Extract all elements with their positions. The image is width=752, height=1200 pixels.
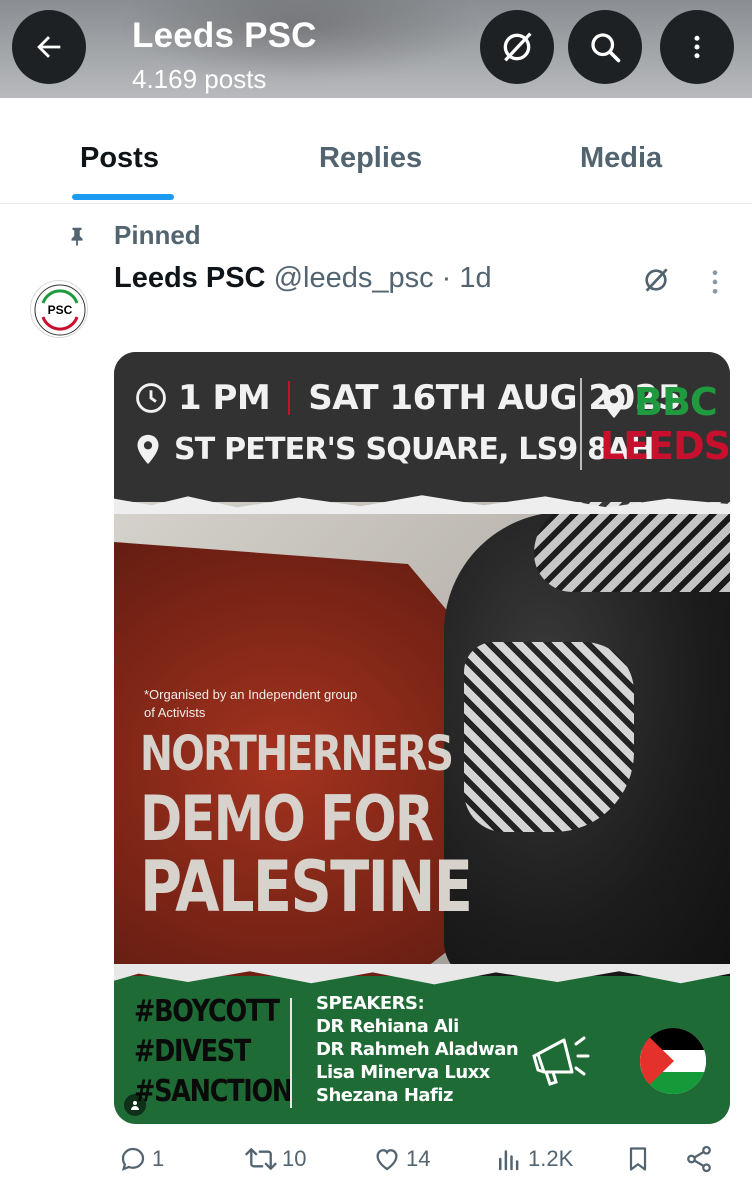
poster-time: 1 PM (178, 378, 271, 418)
bookmark-button[interactable] (624, 1144, 656, 1174)
poster-headline-3: PALESTINE (140, 846, 473, 928)
speaker-1: DR Rehiana Ali (316, 1016, 459, 1037)
clock-icon (136, 383, 166, 413)
share-icon (687, 1145, 711, 1173)
poster-organiser-note: *Organised by an Independent group of Ac… (144, 687, 358, 720)
view-count: 1.2K (528, 1146, 574, 1171)
tab-media[interactable]: Media (580, 142, 662, 175)
post-count: 4.169 posts (132, 64, 267, 94)
poster-kefiyyeh (464, 642, 634, 832)
poster-speakers: SPEAKERS: DR Rehiana Ali DR Rahmeh Aladw… (316, 992, 519, 1107)
location-pin-icon (603, 388, 625, 418)
post-more-button[interactable] (708, 268, 722, 301)
active-tab-indicator (72, 194, 174, 200)
like-button[interactable]: 14 (372, 1144, 430, 1174)
post-author-line: Leeds PSC @leeds_psc · 1d (114, 262, 492, 295)
post-image[interactable]: 1 PM SAT 16TH AUG 2025 ST PETER'S SQUARE… (114, 352, 730, 1124)
grok-icon (503, 32, 532, 62)
poster-kefiyyeh-top (534, 502, 730, 592)
search-button[interactable] (568, 10, 642, 84)
author-name[interactable]: Leeds PSC (114, 262, 266, 294)
repost-icon (245, 1148, 277, 1170)
meta-separator: · (441, 262, 452, 294)
post-actions: 1 10 14 1.2K (0, 1144, 752, 1184)
author-handle[interactable]: @leeds_psc (274, 262, 434, 294)
poster-location-row: ST PETER'S SQUARE, LS9 8AH (134, 432, 655, 467)
poster-separator (288, 381, 291, 415)
speaker-2: DR Rahmeh Aladwan (316, 1039, 519, 1060)
heart-icon (376, 1149, 398, 1171)
poster-speakers-divider (290, 998, 292, 1108)
user-icon (131, 1101, 139, 1110)
location-pin-icon (137, 434, 159, 464)
reply-button[interactable]: 1 (118, 1144, 164, 1174)
speakers-heading: SPEAKERS: (316, 993, 425, 1014)
repost-count: 10 (282, 1146, 307, 1171)
poster-vertical-divider (580, 378, 582, 470)
reply-count: 1 (152, 1146, 165, 1171)
more-vertical-icon (694, 35, 700, 59)
views-icon (499, 1150, 519, 1171)
poster-tag-sanction: #SANCTION (134, 1074, 293, 1109)
profile-name: Leeds PSC (132, 16, 317, 55)
poster-top-band: 1 PM SAT 16TH AUG 2025 ST PETER'S SQUARE… (114, 352, 730, 512)
poster-venue-line1: BBC (634, 380, 718, 424)
search-icon (591, 33, 621, 63)
avatar-text: PSC (48, 303, 73, 317)
repost-button[interactable]: 10 (244, 1144, 306, 1174)
poster-headline-1: NORTHERNERS (140, 726, 454, 782)
tab-replies[interactable]: Replies (319, 142, 422, 175)
post-grok-button[interactable] (640, 264, 672, 301)
grok-button[interactable] (480, 10, 554, 84)
like-count: 14 (406, 1146, 431, 1171)
share-button[interactable] (684, 1144, 718, 1174)
back-button[interactable] (12, 10, 86, 84)
pinned-label: Pinned (114, 220, 201, 250)
profile-tabs: Posts Replies Media (0, 98, 752, 204)
megaphone-icon (524, 1028, 596, 1097)
poster-hashtags: #BOYCOTT #DIVEST #SANCTION (134, 992, 293, 1112)
poster-time-row: 1 PM SAT 16TH AUG 2025 (134, 378, 681, 418)
avatar[interactable]: PSC (30, 280, 88, 338)
poster-tag-boycott: #BOYCOTT (134, 994, 280, 1029)
reply-icon (121, 1147, 145, 1171)
alt-text-badge[interactable] (124, 1094, 146, 1116)
leeds-psc-logo: PSC (34, 284, 86, 336)
bookmark-icon (629, 1147, 647, 1171)
pin-icon (71, 227, 83, 246)
poster-venue-line2: LEEDS (600, 424, 730, 468)
palestine-flag-icon (640, 1028, 706, 1094)
grok-icon (645, 268, 668, 292)
post-time[interactable]: 1d (459, 262, 491, 294)
poster-tag-divest: #DIVEST (134, 1034, 251, 1069)
speaker-3: Lisa Minerva Luxx (316, 1062, 490, 1083)
pinned-indicator: Pinned (66, 220, 201, 251)
tab-posts[interactable]: Posts (80, 142, 159, 175)
speaker-4: Shezana Hafiz (316, 1085, 454, 1106)
views-button[interactable]: 1.2K (494, 1144, 573, 1174)
profile-header: Leeds PSC 4.169 posts (0, 0, 752, 98)
more-options-button[interactable] (660, 10, 734, 84)
poster-headline-2: DEMO FOR (140, 782, 434, 855)
more-vertical-icon (712, 270, 718, 294)
arrow-left-icon (37, 36, 61, 58)
